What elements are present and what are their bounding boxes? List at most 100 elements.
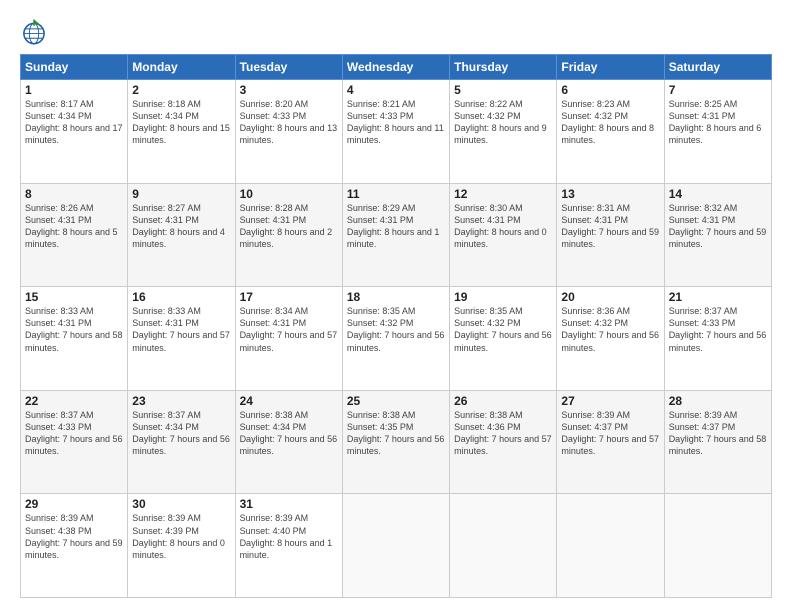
- day-info: Sunrise: 8:17 AMSunset: 4:34 PMDaylight:…: [25, 98, 123, 147]
- day-info: Sunrise: 8:38 AMSunset: 4:35 PMDaylight:…: [347, 409, 445, 458]
- day-info: Sunrise: 8:20 AMSunset: 4:33 PMDaylight:…: [240, 98, 338, 147]
- calendar-cell: 21Sunrise: 8:37 AMSunset: 4:33 PMDayligh…: [664, 287, 771, 391]
- page: SundayMondayTuesdayWednesdayThursdayFrid…: [0, 0, 792, 612]
- day-info: Sunrise: 8:33 AMSunset: 4:31 PMDaylight:…: [132, 305, 230, 354]
- calendar-week-row: 8Sunrise: 8:26 AMSunset: 4:31 PMDaylight…: [21, 183, 772, 287]
- day-info: Sunrise: 8:35 AMSunset: 4:32 PMDaylight:…: [454, 305, 552, 354]
- day-number: 31: [240, 497, 338, 511]
- calendar-cell: 23Sunrise: 8:37 AMSunset: 4:34 PMDayligh…: [128, 390, 235, 494]
- day-number: 12: [454, 187, 552, 201]
- day-info: Sunrise: 8:39 AMSunset: 4:37 PMDaylight:…: [561, 409, 659, 458]
- day-number: 24: [240, 394, 338, 408]
- day-info: Sunrise: 8:38 AMSunset: 4:36 PMDaylight:…: [454, 409, 552, 458]
- day-info: Sunrise: 8:39 AMSunset: 4:39 PMDaylight:…: [132, 512, 230, 561]
- day-number: 9: [132, 187, 230, 201]
- day-number: 2: [132, 83, 230, 97]
- day-number: 19: [454, 290, 552, 304]
- calendar-week-row: 1Sunrise: 8:17 AMSunset: 4:34 PMDaylight…: [21, 80, 772, 184]
- calendar-cell: 25Sunrise: 8:38 AMSunset: 4:35 PMDayligh…: [342, 390, 449, 494]
- day-info: Sunrise: 8:25 AMSunset: 4:31 PMDaylight:…: [669, 98, 767, 147]
- day-info: Sunrise: 8:26 AMSunset: 4:31 PMDaylight:…: [25, 202, 123, 251]
- day-info: Sunrise: 8:21 AMSunset: 4:33 PMDaylight:…: [347, 98, 445, 147]
- day-number: 4: [347, 83, 445, 97]
- calendar-cell: 29Sunrise: 8:39 AMSunset: 4:38 PMDayligh…: [21, 494, 128, 598]
- header-cell: Saturday: [664, 55, 771, 80]
- day-info: Sunrise: 8:29 AMSunset: 4:31 PMDaylight:…: [347, 202, 445, 251]
- day-info: Sunrise: 8:30 AMSunset: 4:31 PMDaylight:…: [454, 202, 552, 251]
- calendar-cell: 1Sunrise: 8:17 AMSunset: 4:34 PMDaylight…: [21, 80, 128, 184]
- day-number: 26: [454, 394, 552, 408]
- calendar-cell: 15Sunrise: 8:33 AMSunset: 4:31 PMDayligh…: [21, 287, 128, 391]
- calendar-cell: 17Sunrise: 8:34 AMSunset: 4:31 PMDayligh…: [235, 287, 342, 391]
- calendar-cell: [557, 494, 664, 598]
- calendar-cell: 9Sunrise: 8:27 AMSunset: 4:31 PMDaylight…: [128, 183, 235, 287]
- day-info: Sunrise: 8:37 AMSunset: 4:34 PMDaylight:…: [132, 409, 230, 458]
- calendar-cell: 22Sunrise: 8:37 AMSunset: 4:33 PMDayligh…: [21, 390, 128, 494]
- calendar-cell: 26Sunrise: 8:38 AMSunset: 4:36 PMDayligh…: [450, 390, 557, 494]
- calendar-cell: 30Sunrise: 8:39 AMSunset: 4:39 PMDayligh…: [128, 494, 235, 598]
- day-number: 13: [561, 187, 659, 201]
- day-number: 25: [347, 394, 445, 408]
- calendar-cell: 8Sunrise: 8:26 AMSunset: 4:31 PMDaylight…: [21, 183, 128, 287]
- day-number: 22: [25, 394, 123, 408]
- logo-icon: [20, 18, 48, 46]
- day-info: Sunrise: 8:23 AMSunset: 4:32 PMDaylight:…: [561, 98, 659, 147]
- day-info: Sunrise: 8:27 AMSunset: 4:31 PMDaylight:…: [132, 202, 230, 251]
- calendar-cell: 11Sunrise: 8:29 AMSunset: 4:31 PMDayligh…: [342, 183, 449, 287]
- calendar-cell: 4Sunrise: 8:21 AMSunset: 4:33 PMDaylight…: [342, 80, 449, 184]
- header-cell: Friday: [557, 55, 664, 80]
- calendar-cell: 19Sunrise: 8:35 AMSunset: 4:32 PMDayligh…: [450, 287, 557, 391]
- day-number: 11: [347, 187, 445, 201]
- day-number: 23: [132, 394, 230, 408]
- calendar-cell: 20Sunrise: 8:36 AMSunset: 4:32 PMDayligh…: [557, 287, 664, 391]
- calendar-table: SundayMondayTuesdayWednesdayThursdayFrid…: [20, 54, 772, 598]
- calendar-header: SundayMondayTuesdayWednesdayThursdayFrid…: [21, 55, 772, 80]
- day-number: 21: [669, 290, 767, 304]
- day-info: Sunrise: 8:32 AMSunset: 4:31 PMDaylight:…: [669, 202, 767, 251]
- day-number: 20: [561, 290, 659, 304]
- day-number: 1: [25, 83, 123, 97]
- day-info: Sunrise: 8:35 AMSunset: 4:32 PMDaylight:…: [347, 305, 445, 354]
- day-number: 30: [132, 497, 230, 511]
- day-number: 8: [25, 187, 123, 201]
- day-number: 5: [454, 83, 552, 97]
- calendar-cell: 18Sunrise: 8:35 AMSunset: 4:32 PMDayligh…: [342, 287, 449, 391]
- calendar-cell: 24Sunrise: 8:38 AMSunset: 4:34 PMDayligh…: [235, 390, 342, 494]
- day-number: 6: [561, 83, 659, 97]
- calendar-cell: [342, 494, 449, 598]
- day-info: Sunrise: 8:37 AMSunset: 4:33 PMDaylight:…: [25, 409, 123, 458]
- calendar-cell: 31Sunrise: 8:39 AMSunset: 4:40 PMDayligh…: [235, 494, 342, 598]
- calendar-cell: 16Sunrise: 8:33 AMSunset: 4:31 PMDayligh…: [128, 287, 235, 391]
- day-number: 17: [240, 290, 338, 304]
- header-cell: Thursday: [450, 55, 557, 80]
- header-row: SundayMondayTuesdayWednesdayThursdayFrid…: [21, 55, 772, 80]
- calendar-cell: 10Sunrise: 8:28 AMSunset: 4:31 PMDayligh…: [235, 183, 342, 287]
- day-info: Sunrise: 8:39 AMSunset: 4:40 PMDaylight:…: [240, 512, 338, 561]
- calendar-cell: 6Sunrise: 8:23 AMSunset: 4:32 PMDaylight…: [557, 80, 664, 184]
- day-info: Sunrise: 8:28 AMSunset: 4:31 PMDaylight:…: [240, 202, 338, 251]
- calendar-cell: 27Sunrise: 8:39 AMSunset: 4:37 PMDayligh…: [557, 390, 664, 494]
- header-cell: Tuesday: [235, 55, 342, 80]
- day-number: 15: [25, 290, 123, 304]
- day-info: Sunrise: 8:36 AMSunset: 4:32 PMDaylight:…: [561, 305, 659, 354]
- day-info: Sunrise: 8:39 AMSunset: 4:38 PMDaylight:…: [25, 512, 123, 561]
- header-cell: Monday: [128, 55, 235, 80]
- header-cell: Sunday: [21, 55, 128, 80]
- day-number: 3: [240, 83, 338, 97]
- calendar-body: 1Sunrise: 8:17 AMSunset: 4:34 PMDaylight…: [21, 80, 772, 598]
- calendar-cell: 2Sunrise: 8:18 AMSunset: 4:34 PMDaylight…: [128, 80, 235, 184]
- day-number: 16: [132, 290, 230, 304]
- calendar-week-row: 15 Sunrise: 8:33 AMSunset: 4:31 PMDayligh…: [21, 287, 772, 391]
- day-number: 18: [347, 290, 445, 304]
- day-number: 14: [669, 187, 767, 201]
- day-number: 28: [669, 394, 767, 408]
- day-info: Sunrise: 8:18 AMSunset: 4:34 PMDaylight:…: [132, 98, 230, 147]
- day-info: Sunrise: 8:38 AMSunset: 4:34 PMDaylight:…: [240, 409, 338, 458]
- calendar-cell: [450, 494, 557, 598]
- day-info: Sunrise: 8:34 AMSunset: 4:31 PMDaylight:…: [240, 305, 338, 354]
- day-info: Sunrise: 8:22 AMSunset: 4:32 PMDaylight:…: [454, 98, 552, 147]
- calendar-cell: 12Sunrise: 8:30 AMSunset: 4:31 PMDayligh…: [450, 183, 557, 287]
- header: [20, 18, 772, 46]
- header-cell: Wednesday: [342, 55, 449, 80]
- calendar-cell: 13Sunrise: 8:31 AMSunset: 4:31 PMDayligh…: [557, 183, 664, 287]
